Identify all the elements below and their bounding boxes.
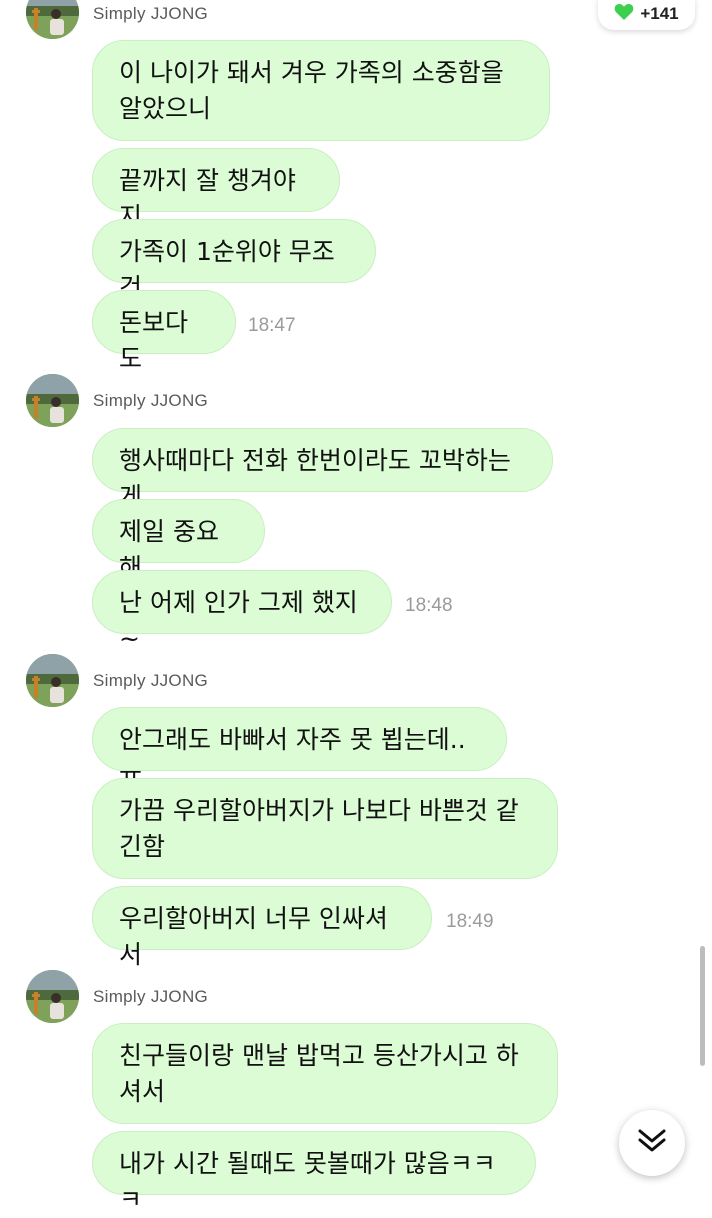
double-chevron-down-icon — [637, 1128, 667, 1158]
message-text: 우리할아버지 너무 인싸셔서 — [119, 904, 388, 969]
avatar[interactable] — [26, 970, 79, 1023]
green-heart-icon — [614, 3, 634, 26]
message-text: 내가 시간 될때도 못볼때가 많음ㅋㅋㅋ — [119, 1149, 496, 1214]
reaction-count: +141 — [640, 4, 679, 23]
sender-name: Simply JJONG — [93, 987, 209, 1006]
sender-name: Simply JJONG — [93, 671, 209, 690]
message-bubble[interactable]: 제일 중요해 — [92, 499, 265, 582]
message-bubble[interactable]: 내가 시간 될때도 못볼때가 많음ㅋㅋㅋ — [92, 1131, 536, 1214]
sender-name: Simply JJONG — [93, 391, 209, 410]
sender-name: Simply JJONG — [93, 4, 209, 23]
message-bubble[interactable]: 난 어제 인가 그제 했지~ — [92, 570, 392, 653]
message-text: 난 어제 인가 그제 했지~ — [119, 588, 358, 653]
message-text: 이 나이가 돼서 겨우 가족의 소중함을 알았으니 — [119, 58, 504, 123]
message-bubble[interactable]: 돈보다도 — [92, 290, 236, 373]
sender-avatar-row — [26, 0, 79, 39]
message-bubble[interactable]: 친구들이랑 맨날 밥먹고 등산가시고 하셔서 — [92, 1023, 558, 1124]
avatar[interactable] — [26, 654, 79, 707]
sender-avatar-row — [26, 654, 79, 707]
message-bubble[interactable]: 행사때마다 전화 한번이라도 꼬박하는게 — [92, 428, 553, 511]
message-timestamp: 18:47 — [248, 315, 296, 336]
sender-avatar-row — [26, 970, 79, 1023]
message-bubble[interactable]: 끝까지 잘 챙겨야지 — [92, 148, 340, 231]
message-text: 친구들이랑 맨날 밥먹고 등산가시고 하셔서 — [119, 1041, 519, 1106]
avatar[interactable] — [26, 374, 79, 427]
message-bubble[interactable]: 가족이 1순위야 무조건 — [92, 219, 376, 302]
sender-avatar-row — [26, 374, 79, 427]
avatar[interactable] — [26, 0, 79, 39]
message-bubble[interactable]: 이 나이가 돼서 겨우 가족의 소중함을 알았으니 — [92, 40, 550, 141]
message-timestamp: 18:48 — [405, 595, 453, 616]
message-bubble[interactable]: 안그래도 바빠서 자주 못 뵙는데..ㅠ — [92, 707, 507, 790]
scroll-to-bottom-button[interactable] — [619, 1110, 685, 1176]
message-bubble[interactable]: 우리할아버지 너무 인싸셔서 — [92, 886, 432, 969]
message-timestamp: 18:49 — [446, 911, 494, 932]
reaction-count-badge[interactable]: +141 — [598, 0, 695, 30]
message-text: 가끔 우리할아버지가 나보다 바쁜것 같긴함 — [119, 796, 519, 861]
message-text: 돈보다도 — [119, 308, 189, 373]
scrollbar[interactable] — [700, 946, 705, 1066]
message-bubble[interactable]: 가끔 우리할아버지가 나보다 바쁜것 같긴함 — [92, 778, 558, 879]
